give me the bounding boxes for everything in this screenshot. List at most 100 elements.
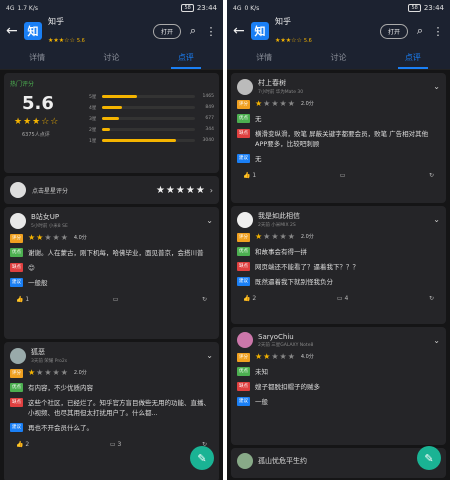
score-badge: 评分 bbox=[237, 100, 250, 109]
review-score: 2.0分 bbox=[300, 101, 314, 107]
app-rating-value: 5.6 bbox=[303, 38, 312, 44]
chevron-down-icon[interactable]: ⌄ bbox=[433, 336, 440, 345]
thumb-up-icon: 👍 bbox=[243, 295, 251, 302]
avatar[interactable] bbox=[237, 453, 253, 469]
battery-icon: 58 bbox=[408, 4, 421, 12]
tab-details[interactable]: 详情 bbox=[0, 46, 74, 69]
stars-off: ★★★★ bbox=[36, 368, 69, 377]
like-button[interactable]: 👍 1 bbox=[243, 172, 256, 179]
rating-bar-row: 3星 677 bbox=[89, 113, 214, 124]
bar-count: 344 bbox=[205, 127, 214, 132]
more-vert-icon[interactable]: ⋮ bbox=[432, 25, 444, 38]
summary-score: 5.6 bbox=[22, 93, 54, 114]
avatar[interactable] bbox=[237, 332, 253, 348]
tab-discussion[interactable]: 讨论 bbox=[301, 46, 375, 69]
comment-button[interactable]: ▭ 3 bbox=[110, 441, 121, 448]
tab-discussion[interactable]: 讨论 bbox=[74, 46, 148, 69]
chevron-down-icon[interactable]: ⌄ bbox=[433, 215, 440, 224]
app-bar: ← 知 知乎 ★★★☆☆ 5.6 打开 ⌕ ⋮ bbox=[227, 16, 450, 46]
app-rating-stars: ★★★☆☆ bbox=[48, 37, 75, 44]
speed-label: 0 K/s bbox=[244, 4, 260, 12]
score-badge: 评分 bbox=[10, 234, 23, 243]
clock: 23:44 bbox=[196, 4, 217, 12]
edit-pencil-icon[interactable]: ✎ bbox=[190, 446, 214, 470]
tab-reviews[interactable]: 点评 bbox=[376, 46, 450, 69]
suggestion-badge: 建议 bbox=[237, 277, 250, 286]
pro-text: 无 bbox=[255, 115, 262, 123]
summary-count: 6375人点评 bbox=[22, 132, 50, 138]
pro-badge: 优点 bbox=[10, 383, 23, 392]
stars-off: ★★★★ bbox=[263, 99, 296, 108]
suggestion-text: 一般般 bbox=[28, 279, 48, 287]
comment-count: 3 bbox=[117, 441, 122, 448]
search-icon[interactable]: ⌕ bbox=[187, 24, 199, 38]
reviewer-name[interactable]: SaryoChiu bbox=[258, 333, 313, 341]
avatar[interactable] bbox=[237, 78, 253, 95]
phone-right: 4G 0 K/s 58 23:44 ← 知 知乎 ★★★☆☆ 5.6 打开 ⌕ ⋮ 详… bbox=[227, 0, 450, 480]
reviewer-name[interactable]: 狐恶 bbox=[31, 347, 67, 357]
back-arrow-icon[interactable]: ← bbox=[233, 23, 245, 39]
rate-prompt[interactable]: 点击星星评分 ★★★★★ › bbox=[4, 176, 219, 204]
comment-icon: ▭ bbox=[112, 296, 119, 303]
search-icon[interactable]: ⌕ bbox=[414, 24, 426, 38]
avatar[interactable] bbox=[10, 212, 26, 229]
stars-off: ★★★★ bbox=[263, 232, 296, 241]
bar-count: 849 bbox=[205, 105, 214, 110]
app-rating-value: 5.6 bbox=[76, 38, 85, 44]
con-text: 这些个社区，已经烂了。知乎官方盲目做些无用的功能、直播、小视频、也尽其用但太打扰… bbox=[28, 399, 210, 417]
pro-badge: 优点 bbox=[10, 248, 23, 257]
review-card: B站女UP 5小时前 小米8 SE ⌄ 评分 ★★★★★ 4.0分 优点 谢谢。人在蒙古… bbox=[4, 207, 219, 339]
chevron-down-icon[interactable]: ⌄ bbox=[206, 351, 213, 360]
tab-bar: 详情 讨论 点评 bbox=[227, 46, 450, 70]
share-icon[interactable]: ↻ bbox=[202, 296, 207, 303]
review-stars: ★★★★★ bbox=[28, 369, 69, 377]
tab-details[interactable]: 详情 bbox=[227, 46, 301, 69]
reviewer-name[interactable]: 我是如此相信 bbox=[258, 211, 300, 221]
review-score: 2.0分 bbox=[73, 370, 87, 376]
con-badge: 缺点 bbox=[237, 129, 250, 138]
tab-reviews[interactable]: 点评 bbox=[149, 46, 223, 69]
review-score: 2.0分 bbox=[300, 234, 314, 240]
pro-text: 未知 bbox=[255, 368, 268, 376]
score-badge: 评分 bbox=[237, 353, 250, 362]
bar-count: 1465 bbox=[202, 94, 214, 99]
app-rating-stars: ★★★☆☆ bbox=[275, 37, 302, 44]
chevron-right-icon[interactable]: › bbox=[210, 186, 213, 195]
share-icon[interactable]: ↻ bbox=[429, 172, 434, 179]
open-button[interactable]: 打开 bbox=[152, 23, 181, 39]
rating-bar-row: 5星 1465 bbox=[89, 91, 214, 102]
review-score: 4.0分 bbox=[300, 354, 314, 360]
review-stars: ★★★★★ bbox=[28, 234, 69, 242]
like-button[interactable]: 👍 2 bbox=[243, 295, 256, 302]
share-icon[interactable]: ↻ bbox=[429, 295, 434, 302]
rate-stars-input[interactable]: ★★★★★ bbox=[156, 185, 206, 196]
comment-button[interactable]: ▭ bbox=[113, 296, 119, 303]
more-vert-icon[interactable]: ⋮ bbox=[205, 25, 217, 38]
open-button[interactable]: 打开 bbox=[379, 23, 408, 39]
app-title: 知乎 bbox=[48, 17, 64, 26]
avatar[interactable] bbox=[237, 211, 253, 228]
like-count: 1 bbox=[25, 296, 30, 303]
back-arrow-icon[interactable]: ← bbox=[6, 23, 18, 39]
comment-button[interactable]: ▭ bbox=[340, 172, 346, 179]
bar-fill bbox=[102, 117, 119, 120]
reviewer-name[interactable]: B站女UP bbox=[31, 212, 68, 222]
edit-pencil-icon[interactable]: ✎ bbox=[417, 446, 441, 470]
con-text: 😊 bbox=[28, 264, 35, 272]
reviewer-name[interactable]: 孤山忧危平生约 bbox=[258, 456, 307, 466]
chevron-down-icon[interactable]: ⌄ bbox=[433, 82, 440, 91]
like-button[interactable]: 👍 2 bbox=[16, 441, 29, 448]
chevron-down-icon[interactable]: ⌄ bbox=[206, 216, 213, 225]
suggestion-badge: 建议 bbox=[237, 154, 250, 163]
comment-icon: ▭ bbox=[339, 172, 346, 179]
comment-button[interactable]: ▭ 4 bbox=[337, 295, 348, 302]
avatar[interactable] bbox=[10, 347, 26, 364]
signal-label: 4G bbox=[6, 4, 15, 12]
review-stars: ★★★★★ bbox=[255, 233, 296, 241]
like-button[interactable]: 👍 1 bbox=[16, 296, 29, 303]
stars-on: ★ bbox=[255, 99, 264, 108]
bar-count: 3040 bbox=[202, 138, 214, 143]
reviewer-name[interactable]: 村上春树 bbox=[258, 78, 303, 88]
rating-bar-row: 2星 344 bbox=[89, 124, 214, 135]
pro-badge: 优点 bbox=[237, 114, 250, 123]
